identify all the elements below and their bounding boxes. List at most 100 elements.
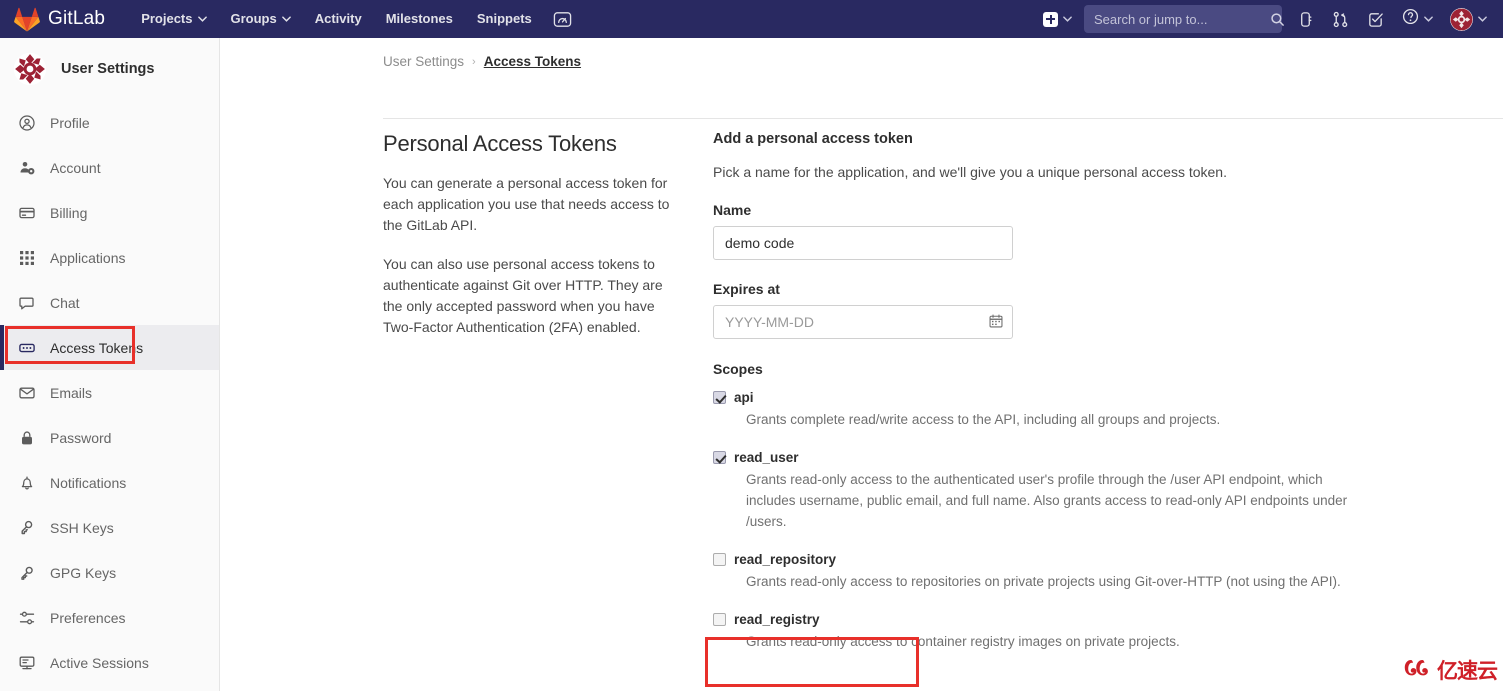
nav-groups-label: Groups [230,11,277,26]
nav-projects-label: Projects [141,11,193,26]
billing-card-icon [18,204,35,221]
sidebar-header[interactable]: User Settings [0,38,219,100]
expires-field-group: Expires at [713,281,1503,339]
lock-icon [18,429,35,446]
sidebar-item-label: SSH Keys [50,519,114,536]
name-label: Name [713,202,752,218]
breadcrumb-divider [383,118,1503,119]
main-content: User Settings › Access Tokens Personal A… [220,38,1503,691]
scope-read-user-checkbox[interactable] [713,451,726,464]
scope-read-registry-checkbox[interactable] [713,613,726,626]
chevron-down-icon [1424,16,1433,22]
sidebar-item-label: Billing [50,204,88,221]
global-search-box[interactable] [1084,5,1285,33]
watermark-text: 亿速云 [1437,659,1498,683]
scope-read-repository-description: Grants read-only access to repositories … [746,574,1341,589]
sidebar-item-notifications[interactable]: Notifications [0,460,219,505]
issues-icon[interactable] [1288,0,1323,38]
sidebar-item-label: Active Sessions [50,654,149,671]
sidebar-item-gpg-keys[interactable]: GPG Keys [0,550,219,595]
sidebar-item-label: Preferences [50,609,126,626]
breadcrumb-parent[interactable]: User Settings [383,54,464,69]
sidebar-item-ssh-keys[interactable]: SSH Keys [0,505,219,550]
nav-milestones-label: Milestones [385,11,453,26]
sidebar-item-chat[interactable]: Chat [0,280,219,325]
user-menu-button[interactable] [1442,0,1495,38]
key-icon [18,564,35,581]
gitlab-brand-name: GitLab [48,8,106,29]
chevron-down-icon [1063,16,1072,22]
expires-at-input[interactable] [713,305,1013,339]
chevron-down-icon [281,16,291,22]
scope-api-name[interactable]: api [734,389,1503,406]
scope-read-repository-name[interactable]: read_repository [734,551,1503,568]
scope-read-registry: read_registry Grants read-only access to… [713,611,1503,652]
nav-activity[interactable]: Activity [303,0,374,38]
sidebar-item-applications[interactable]: Applications [0,235,219,280]
top-nav-right-area [1035,0,1503,38]
scopes-label: Scopes [713,361,763,377]
sidebar-item-password[interactable]: Password [0,415,219,460]
top-navigation-bar: GitLab Projects Groups Activity Mileston… [0,0,1503,38]
merge-requests-icon[interactable] [1323,0,1358,38]
scope-read-registry-name[interactable]: read_registry [734,611,1503,628]
nav-groups[interactable]: Groups [219,0,303,38]
cloud-logo-icon [1403,657,1433,684]
primary-nav-links: Projects Groups Activity Milestones Snip… [129,0,581,38]
speedometer-icon[interactable] [544,0,581,38]
token-name-input[interactable] [713,226,1013,260]
sidebar-item-label: Notifications [50,474,127,491]
breadcrumb-current[interactable]: Access Tokens [484,54,581,69]
chat-bubble-icon [18,294,35,311]
search-icon [1270,12,1285,27]
user-settings-sidebar: User Settings Profile Account Billing Ap… [0,38,220,691]
gitlab-home-link[interactable]: GitLab [14,7,105,32]
nav-activity-label: Activity [314,11,362,26]
nav-snippets[interactable]: Snippets [465,0,544,38]
sidebar-item-active-sessions[interactable]: Active Sessions [0,640,219,685]
todos-icon[interactable] [1358,0,1393,38]
sidebar-item-preferences[interactable]: Preferences [0,595,219,640]
scope-read-repository: read_repository Grants read-only access … [713,551,1503,592]
breadcrumb: User Settings › Access Tokens [220,38,1503,69]
avatar [1450,7,1473,31]
sidebar-item-account[interactable]: Account [0,145,219,190]
scope-read-repository-checkbox[interactable] [713,553,726,566]
breadcrumb-separator-icon: › [472,55,476,68]
help-button[interactable] [1393,0,1442,38]
monitor-icon [18,654,35,671]
page-title: Personal Access Tokens [383,131,617,156]
chevron-down-icon [197,16,207,22]
sidebar-title: User Settings [61,61,155,77]
token-icon [18,339,35,356]
scope-read-user-name[interactable]: read_user [734,449,1503,466]
plus-square-icon [1043,11,1058,27]
account-icon [18,159,35,176]
scope-read-user-description: Grants read-only access to the authentic… [746,472,1348,529]
expires-at-label: Expires at [713,281,780,297]
scope-api-description: Grants complete read/write access to the… [746,412,1221,427]
sidebar-item-billing[interactable]: Billing [0,190,219,235]
sliders-icon [18,609,35,626]
scope-read-user: read_user Grants read-only access to the… [713,449,1503,532]
bell-icon [18,474,35,491]
sidebar-item-access-tokens[interactable]: Access Tokens [0,325,219,370]
add-token-form: Add a personal access token Pick a name … [703,131,1503,691]
profile-icon [18,114,35,131]
nav-projects[interactable]: Projects [129,0,218,38]
sidebar-item-label: Access Tokens [50,339,144,356]
scope-api: api Grants complete read/write access to… [713,389,1503,430]
name-field-group: Name [713,202,1503,260]
sidebar-item-emails[interactable]: Emails [0,370,219,415]
search-input[interactable] [1094,11,1270,27]
sidebar-item-profile[interactable]: Profile [0,100,219,145]
sidebar-item-label: Account [50,159,101,176]
nav-snippets-label: Snippets [476,11,532,26]
sidebar-avatar [13,52,47,86]
nav-milestones[interactable]: Milestones [374,0,465,38]
intro-paragraph-1: You can generate a personal access token… [383,175,670,233]
new-item-button[interactable] [1035,0,1078,38]
content-columns: Personal Access Tokens You can generate … [383,131,1503,691]
scope-api-checkbox[interactable] [713,391,726,404]
form-title: Add a personal access token [713,131,913,147]
